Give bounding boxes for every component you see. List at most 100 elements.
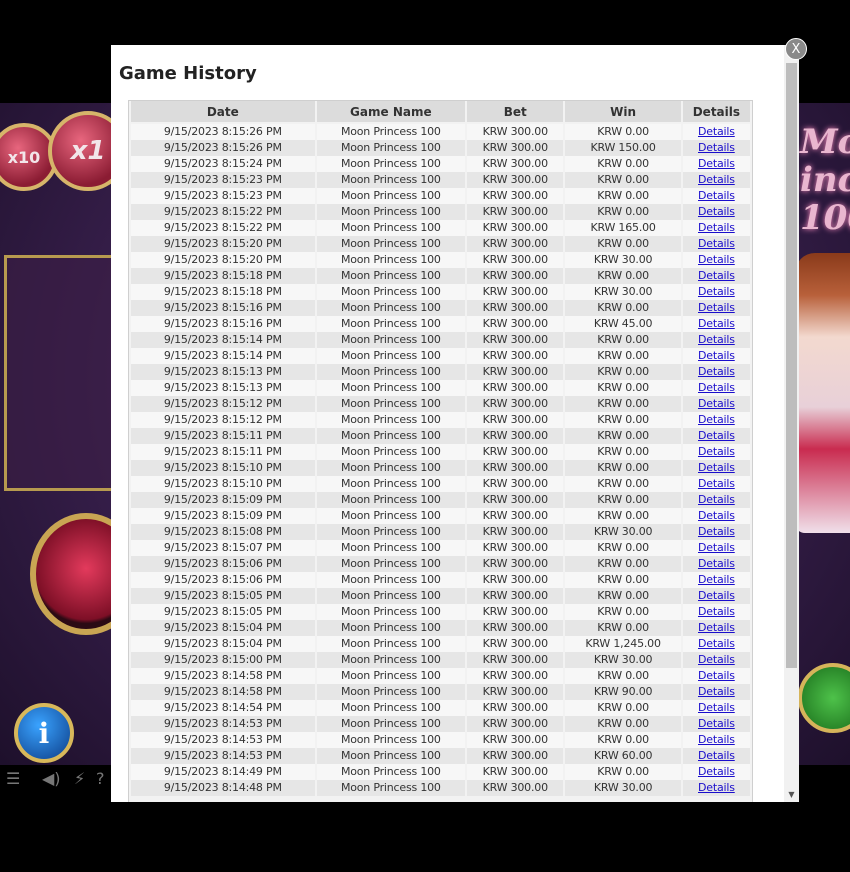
cell-bet: KRW 300.00: [467, 492, 564, 508]
details-link[interactable]: Details: [698, 397, 735, 410]
details-link[interactable]: Details: [698, 541, 735, 554]
cell-win: KRW 0.00: [565, 348, 681, 364]
details-link[interactable]: Details: [698, 781, 735, 794]
sound-icon[interactable]: ◀): [42, 769, 61, 788]
details-link[interactable]: Details: [698, 365, 735, 378]
details-link[interactable]: Details: [698, 589, 735, 602]
menu-icon[interactable]: ☰: [6, 769, 20, 788]
cell-game-name: Moon Princess 100: [316, 380, 466, 396]
table-row: 9/15/2023 8:15:05 PM Moon Princess 100 KRW…: [131, 604, 750, 620]
details-link[interactable]: Details: [698, 605, 735, 618]
cell-date: 9/15/2023 8:15:13 PM: [131, 364, 315, 380]
cell-date: 9/15/2023 8:15:11 PM: [131, 428, 315, 444]
cell-bet: KRW 300.00: [467, 764, 564, 780]
cell-game-name: Moon Princess 100: [316, 364, 466, 380]
cell-date: 9/15/2023 8:15:08 PM: [131, 524, 315, 540]
details-link[interactable]: Details: [698, 637, 735, 650]
modal-scrollbar[interactable]: ▼: [784, 45, 799, 802]
details-link[interactable]: Details: [698, 573, 735, 586]
table-row: 9/15/2023 8:14:58 PM Moon Princess 100 KRW…: [131, 684, 750, 700]
details-link[interactable]: Details: [698, 653, 735, 666]
details-link[interactable]: Details: [698, 509, 735, 522]
cell-win: KRW 30.00: [565, 524, 681, 540]
details-link[interactable]: Details: [698, 269, 735, 282]
details-link[interactable]: Details: [698, 221, 735, 234]
cell-win: KRW 0.00: [565, 716, 681, 732]
scrollbar-thumb[interactable]: [786, 63, 797, 668]
cell-game-name: Moon Princess 100: [316, 460, 466, 476]
turbo-icon[interactable]: ⚡: [74, 769, 85, 788]
cell-date: 9/15/2023 8:15:18 PM: [131, 284, 315, 300]
details-link[interactable]: Details: [698, 173, 735, 186]
details-link[interactable]: Details: [698, 669, 735, 682]
details-link[interactable]: Details: [698, 685, 735, 698]
cell-bet: KRW 300.00: [467, 332, 564, 348]
cell-win: KRW 165.00: [565, 220, 681, 236]
column-header-win[interactable]: Win: [565, 101, 681, 124]
details-link[interactable]: Details: [698, 477, 735, 490]
details-link[interactable]: Details: [698, 285, 735, 298]
cell-game-name: Moon Princess 100: [316, 396, 466, 412]
help-icon[interactable]: ?: [96, 769, 105, 788]
details-link[interactable]: Details: [698, 557, 735, 570]
details-link[interactable]: Details: [698, 429, 735, 442]
cell-win: KRW 0.00: [565, 588, 681, 604]
column-header-bet[interactable]: Bet: [467, 101, 564, 124]
cell-date: 9/15/2023 8:14:53 PM: [131, 748, 315, 764]
details-link[interactable]: Details: [698, 717, 735, 730]
cell-details: Details: [682, 476, 750, 492]
details-link[interactable]: Details: [698, 189, 735, 202]
details-link[interactable]: Details: [698, 157, 735, 170]
details-link[interactable]: Details: [698, 253, 735, 266]
table-row: 9/15/2023 8:15:14 PM Moon Princess 100 KRW…: [131, 348, 750, 364]
details-link[interactable]: Details: [698, 621, 735, 634]
details-link[interactable]: Details: [698, 125, 735, 138]
details-link[interactable]: Details: [698, 765, 735, 778]
cell-win: KRW 60.00: [565, 748, 681, 764]
details-link[interactable]: Details: [698, 205, 735, 218]
cell-win: KRW 0.00: [565, 492, 681, 508]
details-link[interactable]: Details: [698, 317, 735, 330]
details-link[interactable]: Details: [698, 525, 735, 538]
cell-details: Details: [682, 300, 750, 316]
details-link[interactable]: Details: [698, 141, 735, 154]
cell-game-name: Moon Princess 100: [316, 700, 466, 716]
cell-game-name: Moon Princess 100: [316, 300, 466, 316]
table-row: 9/15/2023 8:15:16 PM Moon Princess 100 KRW…: [131, 300, 750, 316]
table-row: 9/15/2023 8:15:20 PM Moon Princess 100 KRW…: [131, 236, 750, 252]
details-link[interactable]: Details: [698, 733, 735, 746]
cell-game-name: Moon Princess 100: [316, 204, 466, 220]
details-link[interactable]: Details: [698, 301, 735, 314]
details-link[interactable]: Details: [698, 701, 735, 714]
cell-win: KRW 0.00: [565, 604, 681, 620]
cell-game-name: Moon Princess 100: [316, 172, 466, 188]
column-header-details[interactable]: Details: [682, 101, 750, 124]
cell-bet: KRW 300.00: [467, 284, 564, 300]
details-link[interactable]: Details: [698, 333, 735, 346]
details-link[interactable]: Details: [698, 493, 735, 506]
details-link[interactable]: Details: [698, 749, 735, 762]
spin-button[interactable]: [798, 663, 850, 733]
cell-date: 9/15/2023 8:15:16 PM: [131, 316, 315, 332]
details-link[interactable]: Details: [698, 237, 735, 250]
cell-game-name: Moon Princess 100: [316, 524, 466, 540]
cell-game-name: Moon Princess 100: [316, 668, 466, 684]
info-button[interactable]: i: [14, 703, 74, 763]
cell-bet: KRW 300.00: [467, 172, 564, 188]
details-link[interactable]: Details: [698, 349, 735, 362]
details-link[interactable]: Details: [698, 445, 735, 458]
column-header-date[interactable]: Date: [131, 101, 315, 124]
cell-game-name: Moon Princess 100: [316, 588, 466, 604]
details-link[interactable]: Details: [698, 413, 735, 426]
cell-bet: KRW 300.00: [467, 668, 564, 684]
column-header-game-name[interactable]: Game Name: [316, 101, 466, 124]
table-row: 9/15/2023 8:15:07 PM Moon Princess 100 KRW…: [131, 540, 750, 556]
table-row: 9/15/2023 8:15:26 PM Moon Princess 100 KRW…: [131, 124, 750, 140]
cell-win: KRW 0.00: [565, 444, 681, 460]
close-button[interactable]: X: [785, 38, 807, 60]
cell-details: Details: [682, 412, 750, 428]
details-link[interactable]: Details: [698, 381, 735, 394]
scroll-down-arrow-icon[interactable]: ▼: [784, 787, 799, 802]
cell-bet: KRW 300.00: [467, 604, 564, 620]
details-link[interactable]: Details: [698, 461, 735, 474]
